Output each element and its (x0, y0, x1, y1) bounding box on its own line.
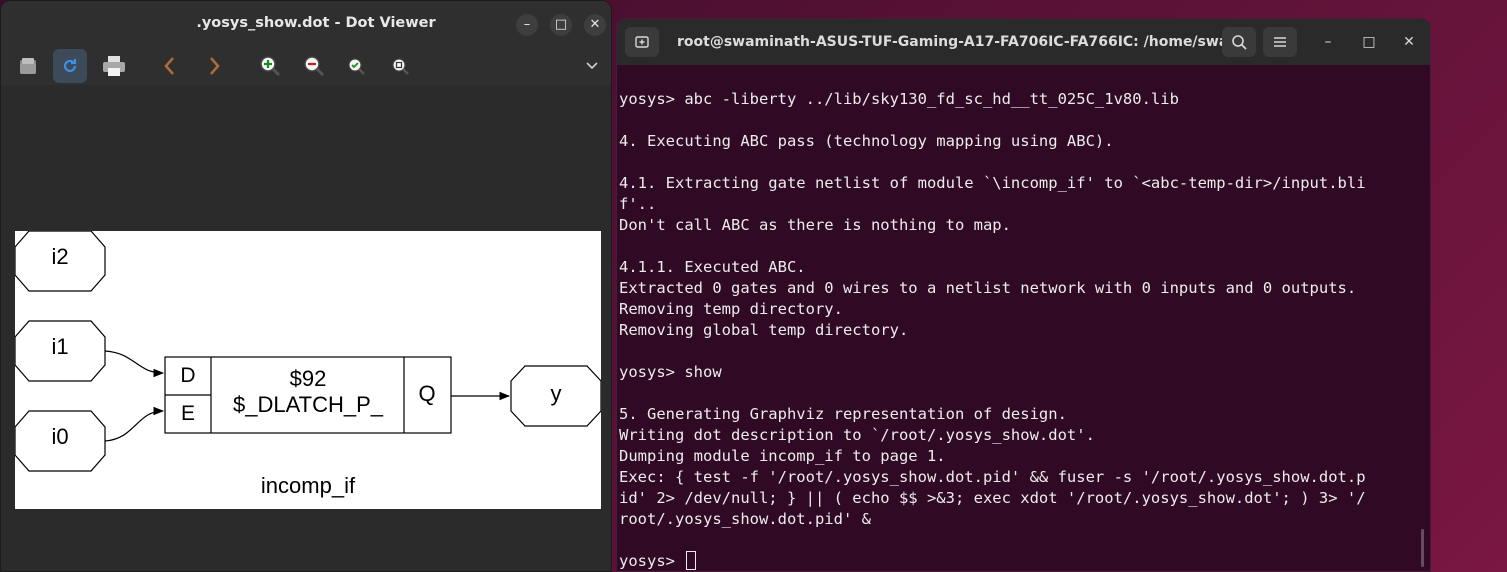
graph-svg: i2 i1 i0 D E $92 $_DLATCH_P_ Q y incomp_… (15, 231, 601, 498)
terminal-line: f'.. (619, 195, 657, 213)
terminal-window: root@swaminath-ASUS-TUF-Gaming-A17-FA706… (616, 18, 1431, 572)
back-icon (164, 57, 174, 75)
cell-type-label: $_DLATCH_P_ (233, 392, 384, 417)
search-icon (1232, 35, 1247, 50)
reload-icon (63, 59, 77, 73)
input-label: i0 (51, 424, 68, 449)
output-node-y[interactable]: y (510, 365, 601, 427)
terminal-line: Don't call ABC as there is nothing to ma… (619, 216, 1011, 234)
close-button[interactable]: ✕ (584, 14, 606, 36)
terminal-titlebar[interactable]: root@swaminath-ASUS-TUF-Gaming-A17-FA706… (617, 19, 1430, 65)
search-button[interactable] (1222, 27, 1256, 57)
minimize-button[interactable]: – (1317, 31, 1339, 53)
input-node-i2[interactable]: i2 (15, 231, 106, 292)
open-button[interactable] (11, 49, 45, 83)
terminal-line: Writing dot description to `/root/.yosys… (619, 426, 1095, 444)
print-icon (103, 56, 125, 76)
zoom-fit-button[interactable] (339, 49, 373, 83)
edge-i1-to-d (104, 350, 165, 378)
terminal-line: id' 2> /dev/null; } || ( echo $$ >&3; ex… (619, 489, 1366, 507)
hamburger-menu-icon (1274, 37, 1286, 47)
terminal-line: 4.1. Extracting gate netlist of module `… (619, 174, 1366, 192)
dot-viewer-window: .yosys_show.dot - Dot Viewer – □ ✕ i2 i1… (0, 0, 612, 572)
prompt-text: yosys> (619, 552, 685, 570)
output-label: y (551, 381, 562, 406)
terminal-line: Dumping module incomp_if to page 1. (619, 447, 946, 465)
viewer-toolbar (1, 47, 611, 85)
terminal-line: Extracted 0 gates and 0 wires to a netli… (619, 279, 1357, 297)
input-label: i1 (51, 334, 68, 359)
print-button[interactable] (97, 49, 131, 83)
back-button[interactable] (153, 49, 187, 83)
viewer-titlebar[interactable]: .yosys_show.dot - Dot Viewer – □ ✕ (1, 1, 611, 47)
port-q-label: Q (418, 381, 435, 406)
scrollbar[interactable] (1421, 529, 1424, 567)
terminal-output[interactable]: yosys> abc -liberty ../lib/sky130_fd_sc_… (619, 89, 1427, 571)
minimize-button[interactable]: – (516, 14, 538, 36)
new-tab-button[interactable] (625, 27, 659, 57)
chevron-down-icon (586, 62, 598, 70)
terminal-line: 4. Executing ABC pass (technology mappin… (619, 132, 1114, 150)
terminal-title: root@swaminath-ASUS-TUF-Gaming-A17-FA706… (677, 34, 1237, 50)
reload-button[interactable] (53, 49, 87, 83)
port-d-label: D (180, 364, 195, 387)
text-cursor (686, 551, 697, 570)
terminal-prompt-line[interactable]: yosys> (619, 551, 1427, 571)
input-label: i2 (51, 244, 68, 269)
menu-button[interactable] (575, 49, 609, 83)
terminal-line: yosys> abc -liberty ../lib/sky130_fd_sc_… (619, 90, 1179, 108)
maximize-button[interactable]: □ (1358, 31, 1380, 53)
terminal-line: yosys> show (619, 363, 722, 381)
terminal-line: 4.1.1. Executed ABC. (619, 258, 806, 276)
terminal-line: Removing temp directory. (619, 300, 843, 318)
cell-id-label: $92 (290, 366, 327, 391)
new-tab-icon (635, 36, 649, 48)
forward-icon (210, 57, 220, 75)
terminal-line: root/.yosys_show.dot.pid' & (619, 510, 871, 528)
zoom-in-button[interactable] (253, 49, 287, 83)
module-label: incomp_if (261, 473, 356, 498)
input-node-i0[interactable]: i0 (15, 410, 106, 472)
forward-button[interactable] (197, 49, 231, 83)
latch-cell[interactable]: D E $92 $_DLATCH_P_ Q (164, 356, 452, 434)
terminal-line: Exec: { test -f '/root/.yosys_show.dot.p… (619, 468, 1366, 486)
zoom-fit-icon (348, 58, 365, 75)
maximize-button[interactable]: □ (550, 14, 572, 36)
zoom-out-button[interactable] (297, 49, 331, 83)
graph-canvas[interactable]: i2 i1 i0 D E $92 $_DLATCH_P_ Q y incomp_… (15, 231, 601, 509)
terminal-line: 5. Generating Graphviz representation of… (619, 405, 1067, 423)
zoom-100-icon (392, 58, 409, 75)
zoom-in-icon (260, 56, 281, 77)
terminal-line: Removing global temp directory. (619, 321, 909, 339)
viewer-title: .yosys_show.dot - Dot Viewer (196, 15, 436, 31)
open-icon (20, 58, 36, 74)
port-e-label: E (181, 402, 195, 425)
zoom-100-button[interactable] (383, 49, 417, 83)
zoom-out-icon (304, 56, 325, 77)
input-node-i1[interactable]: i1 (15, 320, 106, 382)
edge-i0-to-e (104, 406, 165, 442)
close-button[interactable]: ✕ (1398, 31, 1420, 53)
hamburger-menu-button[interactable] (1263, 27, 1297, 57)
